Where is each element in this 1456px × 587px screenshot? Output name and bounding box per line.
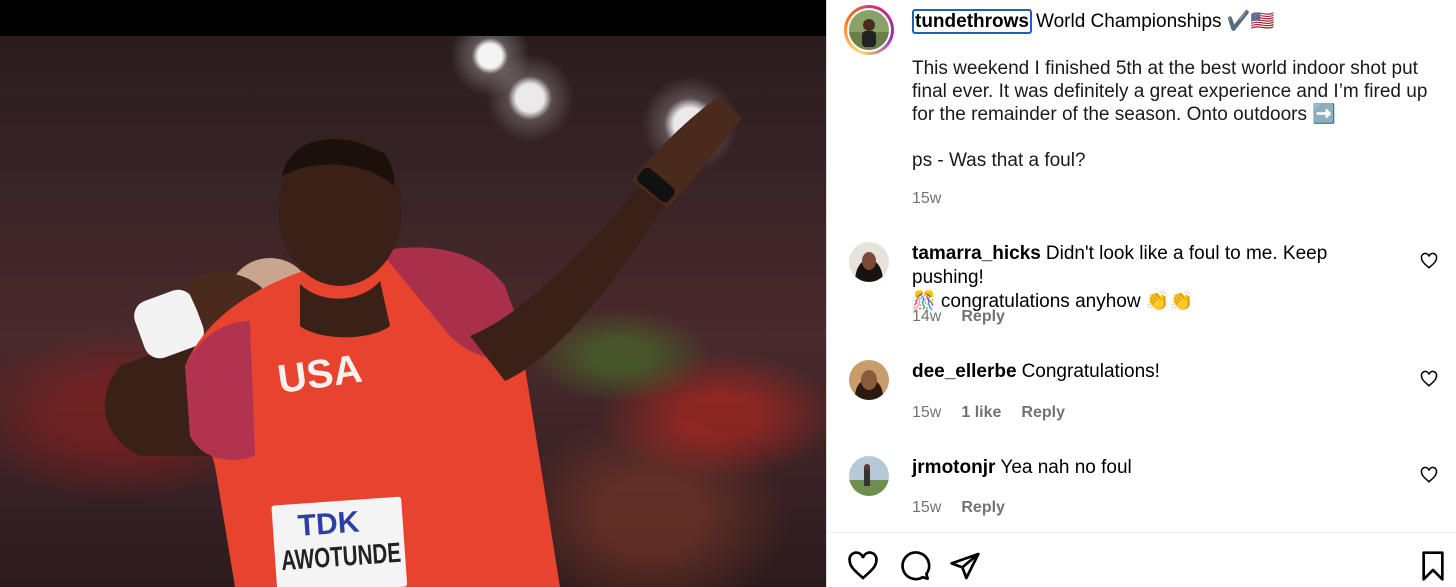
comment-heart-icon[interactable] bbox=[1420, 370, 1438, 388]
bib-brand: TDK bbox=[297, 506, 361, 543]
comment-timestamp[interactable]: 15w bbox=[912, 499, 941, 516]
comment-content: Congratulations! bbox=[1021, 361, 1160, 382]
comment-text: tamarra_hicks Didn't look like a foul to … bbox=[912, 242, 1396, 314]
comment-timestamp[interactable]: 14w bbox=[912, 308, 941, 325]
comment-meta: 14w Reply bbox=[912, 308, 1025, 326]
post-caption-ps: ps - Was that a foul? bbox=[912, 150, 1086, 171]
athlete-illustration: USA TDK AWOTUNDE bbox=[104, 96, 742, 587]
comment-item: tamarra_hicks Didn't look like a foul to … bbox=[827, 240, 1456, 330]
post-detail-panel: tundethrows World Championships ✔️🇺🇸 This… bbox=[826, 0, 1456, 587]
post-caption: This weekend I finished 5th at the best … bbox=[912, 58, 1428, 125]
comment-meta: 15w 1 like Reply bbox=[912, 404, 1085, 422]
comment-username[interactable]: jrmotonjr bbox=[912, 457, 995, 478]
comment-likes-count[interactable]: 1 like bbox=[961, 404, 1001, 421]
post-photo: USA TDK AWOTUNDE bbox=[0, 0, 826, 587]
comment-content: Yea nah no foul bbox=[1000, 457, 1132, 478]
commenter-avatar[interactable] bbox=[849, 360, 889, 400]
post-timestamp[interactable]: 15w bbox=[912, 190, 941, 208]
reply-button[interactable]: Reply bbox=[961, 308, 1005, 325]
comment-item: dee_ellerbe Congratulations! 15w 1 like Rep… bbox=[827, 358, 1456, 448]
post-actions-bar bbox=[827, 545, 1456, 587]
reply-button[interactable]: Reply bbox=[1021, 404, 1065, 421]
paper-plane-icon[interactable] bbox=[949, 550, 981, 582]
author-avatar[interactable] bbox=[844, 5, 894, 55]
comment-username[interactable]: dee_ellerbe bbox=[912, 361, 1017, 382]
comment-timestamp[interactable]: 15w bbox=[912, 404, 941, 421]
comment-heart-icon[interactable] bbox=[1420, 466, 1438, 484]
reply-button[interactable]: Reply bbox=[961, 499, 1005, 516]
comment-text: jrmotonjr Yea nah no foul bbox=[912, 456, 1396, 480]
photo-top-bar bbox=[0, 0, 826, 36]
comment-username[interactable]: tamarra_hicks bbox=[912, 243, 1041, 264]
comment-icon[interactable] bbox=[899, 550, 931, 582]
comment-heart-icon[interactable] bbox=[1420, 252, 1438, 270]
author-username[interactable]: tundethrows bbox=[912, 9, 1032, 34]
heart-icon[interactable] bbox=[847, 550, 879, 582]
post-header: tundethrows World Championships ✔️🇺🇸 bbox=[912, 9, 1436, 34]
comment-text: dee_ellerbe Congratulations! bbox=[912, 360, 1396, 384]
commenter-avatar[interactable] bbox=[849, 242, 889, 282]
actions-divider bbox=[827, 532, 1456, 533]
bookmark-icon[interactable] bbox=[1417, 550, 1449, 582]
post-title: World Championships ✔️🇺🇸 bbox=[1036, 11, 1275, 32]
commenter-avatar[interactable] bbox=[849, 456, 889, 496]
avatar-image bbox=[849, 10, 889, 50]
comment-item: jrmotonjr Yea nah no foul 15w Reply bbox=[827, 454, 1456, 544]
comment-meta: 15w Reply bbox=[912, 499, 1025, 517]
